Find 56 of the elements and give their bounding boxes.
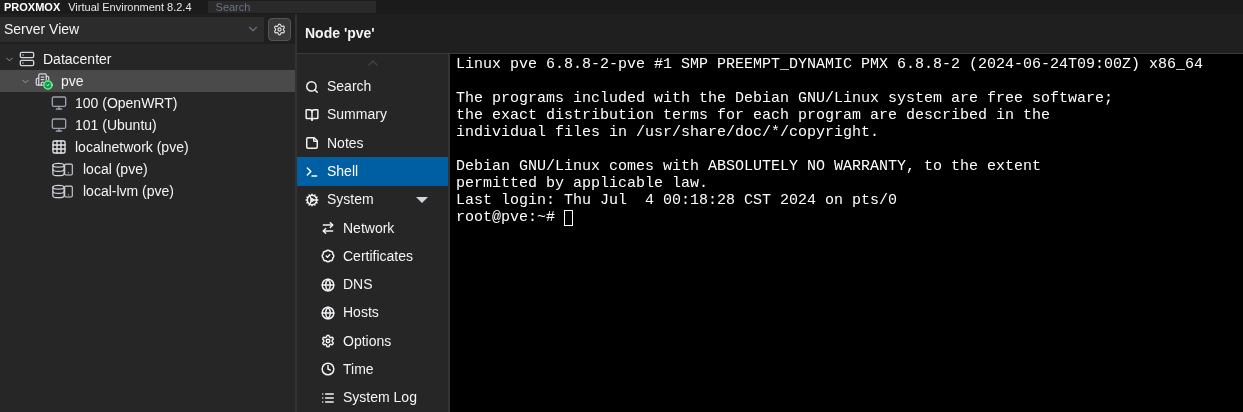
server-online-icon — [35, 72, 53, 90]
search-icon — [305, 79, 319, 94]
tree-item[interactable]: local-lvm (pve) — [0, 180, 295, 202]
terminal-line: Debian GNU/Linux comes with ABSOLUTELY NO WARRANTY, to the extent — [456, 158, 1043, 175]
logo: PROXMOX — [4, 1, 61, 13]
arrows-icon — [321, 221, 335, 236]
tree-item[interactable]: pve — [0, 70, 295, 92]
terminal-line: Last login: Thu Jul 4 00:18:28 CST 2024 on pts/0 — [456, 192, 899, 209]
grid-icon — [51, 139, 67, 155]
version-label: Virtual Environment 8.2.4 — [68, 1, 192, 13]
note-icon — [305, 136, 319, 151]
cursor — [564, 209, 574, 226]
server-rack-icon — [19, 51, 35, 67]
search-field[interactable]: Search — [207, 1, 376, 13]
panel-title: Node 'pve' — [305, 24, 375, 43]
terminal-line: permitted by applicable law. — [456, 175, 710, 192]
terminal[interactable] — [450, 54, 1243, 412]
storage-icon — [51, 183, 75, 199]
settings-icon — [273, 22, 286, 36]
cogs-icon — [305, 192, 319, 207]
nav-item[interactable]: Search — [297, 72, 448, 101]
nav-item[interactable]: System Log — [297, 383, 448, 412]
terminal-line: The programs included with the Debian GNU/Linux system are free software; — [456, 90, 1115, 107]
clock-icon — [321, 362, 335, 377]
book-icon — [305, 107, 319, 122]
tree-item[interactable]: 101 (Ubuntu) — [0, 114, 295, 136]
tree-item[interactable]: 100 (OpenWRT) — [0, 92, 295, 114]
nav-item[interactable]: Certificates — [297, 242, 448, 271]
nav-item[interactable]: Shell — [297, 157, 448, 186]
tree-item[interactable]: Datacenter — [0, 48, 295, 70]
nav-item[interactable]: Notes — [297, 129, 448, 158]
nav-item[interactable]: Options — [297, 327, 448, 356]
settings-button[interactable] — [268, 17, 291, 41]
view-dropdown[interactable]: Server View — [0, 16, 264, 42]
caret-icon[interactable] — [416, 196, 428, 203]
nav-item[interactable]: Network — [297, 213, 448, 243]
monitor-icon — [51, 95, 67, 111]
settings-icon — [321, 334, 335, 349]
nav-item[interactable]: Time — [297, 355, 448, 384]
list-icon — [321, 390, 335, 405]
tree-item[interactable]: localnetwork (pve) — [0, 136, 295, 158]
nav-item[interactable]: System — [297, 185, 448, 214]
terminal-line: the exact distribution terms for each program are described in the — [456, 107, 1052, 124]
nav-item[interactable]: DNS — [297, 270, 448, 299]
badge-icon — [321, 249, 335, 264]
globe-icon — [321, 305, 335, 320]
globe-icon — [321, 277, 335, 292]
terminal-prompt: root@pve:~# — [456, 209, 556, 226]
nav-item[interactable]: Hosts — [297, 298, 448, 328]
terminal-line: Linux pve 6.8.8-2-pve #1 SMP PREEMPT_DYNAMIC PMX 6.8.8-2 (2024-06-24T09:00Z) x86_64 — [456, 56, 1205, 73]
terminal-line: individual files in /usr/share/doc/*/copyright. — [456, 124, 881, 141]
nav-item[interactable]: Summary — [297, 100, 448, 130]
terminal-icon — [305, 164, 319, 179]
monitor-icon — [51, 117, 67, 133]
storage-icon — [51, 161, 75, 177]
tree-item[interactable]: local (pve) — [0, 158, 295, 180]
